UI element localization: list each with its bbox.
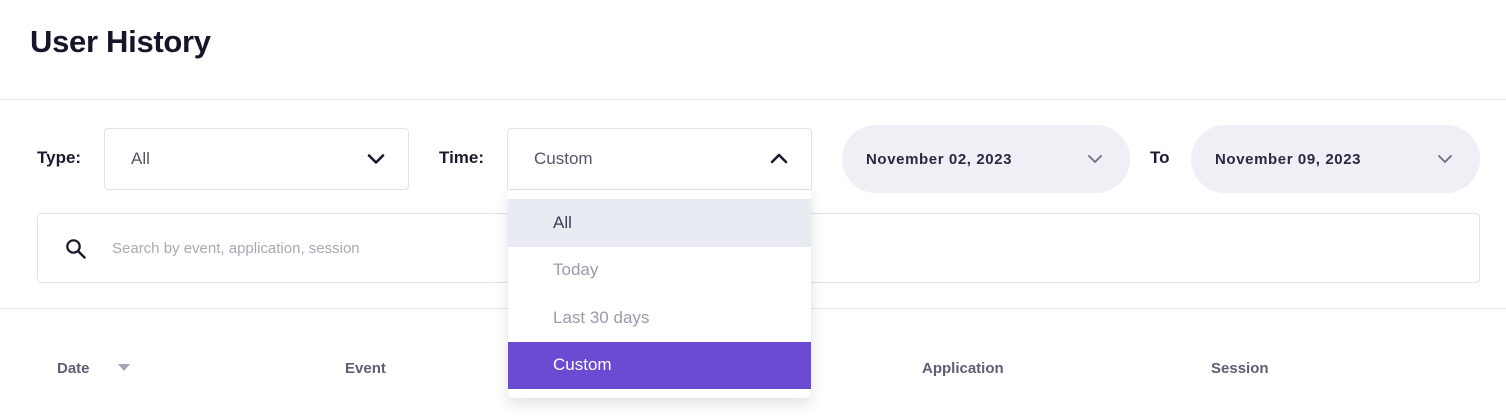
header-divider (0, 99, 1506, 100)
column-header-session[interactable]: Session (1211, 360, 1269, 377)
column-header-date[interactable]: Date (57, 360, 90, 377)
date-from-picker[interactable]: November 02, 2023 (842, 125, 1130, 193)
date-to-picker[interactable]: November 09, 2023 (1191, 125, 1480, 193)
time-option-last-30-days[interactable]: Last 30 days (508, 294, 811, 342)
type-label: Type: (37, 148, 82, 167)
time-label: Time: (439, 148, 485, 167)
date-to-value: November 09, 2023 (1215, 150, 1362, 168)
time-option-all[interactable]: All (508, 199, 811, 247)
time-option-today[interactable]: Today (508, 247, 811, 295)
time-option-custom[interactable]: Custom (508, 341, 811, 389)
type-select[interactable]: All (104, 128, 409, 190)
page-title: User History (30, 24, 211, 59)
type-select-value: All (131, 149, 150, 168)
time-dropdown-menu: All Today Last 30 days Custom (508, 190, 811, 398)
chevron-down-icon (366, 149, 386, 169)
column-header-application[interactable]: Application (922, 360, 1004, 377)
time-select-value: Custom (534, 149, 593, 168)
column-header-event[interactable]: Event (345, 360, 386, 377)
time-select[interactable]: Custom (507, 128, 812, 190)
chevron-down-icon (1436, 150, 1454, 168)
search-icon (65, 238, 87, 260)
to-label: To (1150, 148, 1170, 167)
sort-caret-icon[interactable] (118, 364, 130, 371)
chevron-up-icon (769, 149, 789, 169)
date-from-value: November 02, 2023 (866, 150, 1013, 168)
chevron-down-icon (1086, 150, 1104, 168)
